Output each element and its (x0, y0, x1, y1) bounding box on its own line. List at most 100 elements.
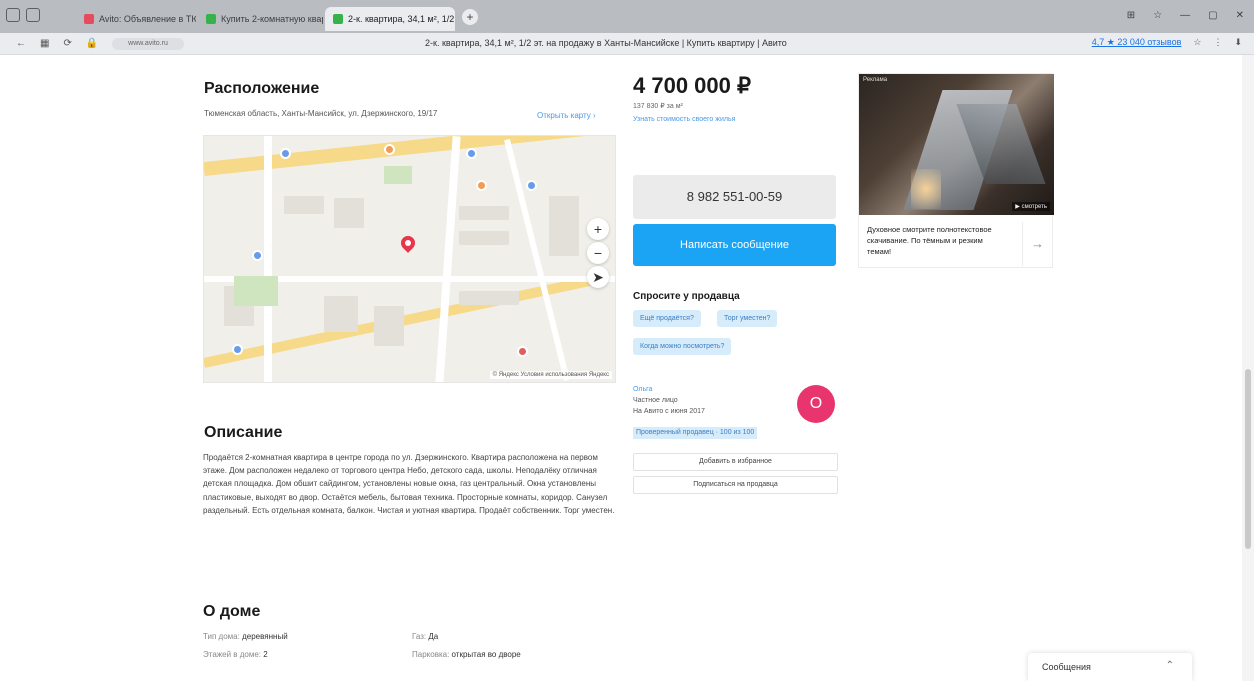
close-window-icon[interactable]: ✕ (1236, 10, 1244, 21)
map-poi-icon[interactable] (466, 148, 477, 159)
house-value: деревянный (242, 632, 288, 641)
map-building (459, 231, 509, 245)
back-icon[interactable]: ← (16, 38, 26, 49)
tab-active[interactable]: 2-к. квартира, 34,1 м², 1/2... ✕ (325, 7, 455, 31)
map-building (459, 291, 519, 305)
ad-image-shape (911, 169, 941, 209)
house-value: 2 (263, 650, 268, 659)
map-poi-icon[interactable] (476, 180, 487, 191)
house-key: Тип дома: (203, 632, 240, 641)
description-title: Описание (204, 424, 283, 441)
open-map-link[interactable]: Открыть карту › (537, 111, 596, 120)
map-street (504, 138, 570, 382)
map-building (374, 306, 404, 346)
subscribe-seller-button[interactable]: Подписаться на продавца (633, 476, 838, 494)
map-poi-icon[interactable] (517, 346, 528, 357)
nav-buttons: ← ▦ ⟳ 🔒 (16, 38, 98, 49)
maximize-icon[interactable]: ▢ (1208, 10, 1217, 21)
scrollbar-thumb[interactable] (1245, 369, 1251, 549)
house-key: Этажей в доме: (203, 650, 262, 659)
write-message-button[interactable]: Написать сообщение (633, 224, 836, 266)
question-chip[interactable]: Когда можно посмотреть? (633, 338, 732, 355)
question-chip[interactable]: Ещё продаётся? (633, 310, 701, 327)
seller-name-link[interactable]: Ольга (633, 386, 652, 393)
site-favicon-icon (206, 14, 216, 24)
house-row: Газ: Да (412, 632, 438, 641)
window-menu (6, 8, 40, 22)
ad-label: Реклама (863, 77, 888, 83)
messages-label: Сообщения (1042, 662, 1091, 672)
map-poi-icon[interactable] (526, 180, 537, 191)
map-poi-icon[interactable] (280, 148, 291, 159)
ad-text[interactable]: Духовное смотрите полнотекстовое скачива… (867, 224, 1007, 257)
menu-icon[interactable]: ⋮ (1213, 37, 1222, 48)
house-key: Газ: (412, 632, 427, 641)
tab-actions-icon[interactable] (26, 8, 40, 22)
new-tab-button[interactable]: + (462, 9, 478, 25)
bookmark-icon[interactable]: ☆ (1153, 10, 1162, 21)
map-building (459, 206, 509, 220)
window-controls: ⊞ ☆ — ▢ ✕ (1127, 10, 1244, 21)
map-pin-icon[interactable] (398, 233, 418, 253)
reload-icon[interactable]: ⟳ (63, 38, 71, 49)
seller-type: Частное лицо (633, 397, 678, 404)
house-row: Парковка: открытая во дворе (412, 650, 521, 659)
map-building (324, 296, 358, 332)
description-text: Продаётся 2-комнатная квартира в центре … (203, 453, 615, 515)
browser-tab-bar: Avito: Объявление в ТЮТ Купить 2-комнатн… (0, 0, 1254, 33)
map-poi-icon[interactable] (252, 250, 263, 261)
chevron-up-icon[interactable]: ⌃ (1166, 660, 1174, 671)
star-icon[interactable]: ☆ (1193, 37, 1201, 48)
site-domain[interactable]: www.avito.ru (112, 38, 184, 50)
site-favicon-icon (333, 14, 343, 24)
zoom-in-icon[interactable]: + (587, 218, 609, 240)
address-bar: ← ▦ ⟳ 🔒 www.avito.ru 2-к. квартира, 34,1… (0, 33, 1254, 55)
house-key: Парковка: (412, 650, 450, 659)
seller-verified-badge: Проверенный продавец · 100 из 100 (633, 427, 758, 439)
ad-play-badge[interactable]: ▶ смотреть (1012, 202, 1050, 211)
house-row: Этажей в доме: 2 (203, 650, 268, 659)
price-per-meter: 137 830 ₽ за м² (633, 103, 683, 110)
ad-image[interactable]: Реклама ▶ смотреть (859, 74, 1054, 215)
minimize-icon[interactable]: — (1180, 10, 1190, 21)
ad-card[interactable]: Реклама ▶ смотреть Духовное смотрите пол… (858, 73, 1054, 268)
house-value: Да (428, 632, 439, 641)
page-title[interactable]: 2-к. квартира, 34,1 м², 1/2 эт. на прода… (425, 38, 787, 48)
zoom-out-icon[interactable]: − (587, 242, 609, 264)
page-content: Расположение Тюменская область, Ханты-Ма… (0, 55, 1254, 681)
price-estimate-link[interactable]: Узнать стоимость своего жилья (633, 116, 735, 123)
house-title: О доме (203, 603, 261, 620)
tab-1[interactable]: Avito: Объявление в ТЮТ (76, 7, 196, 31)
favorite-button[interactable]: Добавить в избранное (633, 453, 838, 471)
map[interactable]: + − ➤ © Яндекс Условия использования Янд… (203, 135, 616, 383)
scrollbar[interactable] (1242, 55, 1254, 681)
map-street (264, 136, 272, 382)
map-attribution[interactable]: © Яндекс Условия использования Яндекс (489, 371, 612, 379)
question-chip[interactable]: Торг уместен? (717, 310, 778, 327)
messages-widget[interactable]: Сообщения ⌃ (1028, 653, 1192, 681)
price: 4 700 000 ₽ (633, 73, 751, 98)
seller-avatar[interactable]: О (797, 385, 835, 423)
tab-label: Avito: Объявление в ТЮТ (99, 14, 196, 24)
locate-icon[interactable]: ➤ (587, 266, 609, 288)
tab-label: Купить 2-комнатную кварт... (221, 14, 323, 24)
tab-switch-icon[interactable]: ⊞ (1127, 10, 1135, 21)
tab-label: 2-к. квартира, 34,1 м², 1/2... (348, 14, 455, 24)
apps-grid-icon[interactable]: ▦ (40, 38, 49, 49)
tab-2[interactable]: Купить 2-комнатную кварт... (198, 7, 323, 31)
arrow-right-icon[interactable]: → (1022, 222, 1052, 266)
lock-icon: 🔒 (85, 38, 99, 49)
house-row: Тип дома: деревянный (203, 632, 288, 641)
download-icon[interactable]: ⬇ (1234, 37, 1242, 48)
show-phone-button[interactable]: 8 982 551-00-59 (633, 175, 836, 219)
location-title: Расположение (204, 80, 320, 97)
seller-since: На Авито с июня 2017 (633, 408, 705, 415)
map-poi-icon[interactable] (384, 144, 395, 155)
map-poi-icon[interactable] (232, 344, 243, 355)
browser-menu-icon[interactable] (6, 8, 20, 22)
map-building (334, 198, 364, 228)
rating-link[interactable]: 4,7 ★ 23 040 отзывов (1092, 37, 1182, 48)
avito-favicon-icon (84, 14, 94, 24)
map-building (549, 196, 579, 256)
house-value: открытая во дворе (451, 650, 521, 659)
